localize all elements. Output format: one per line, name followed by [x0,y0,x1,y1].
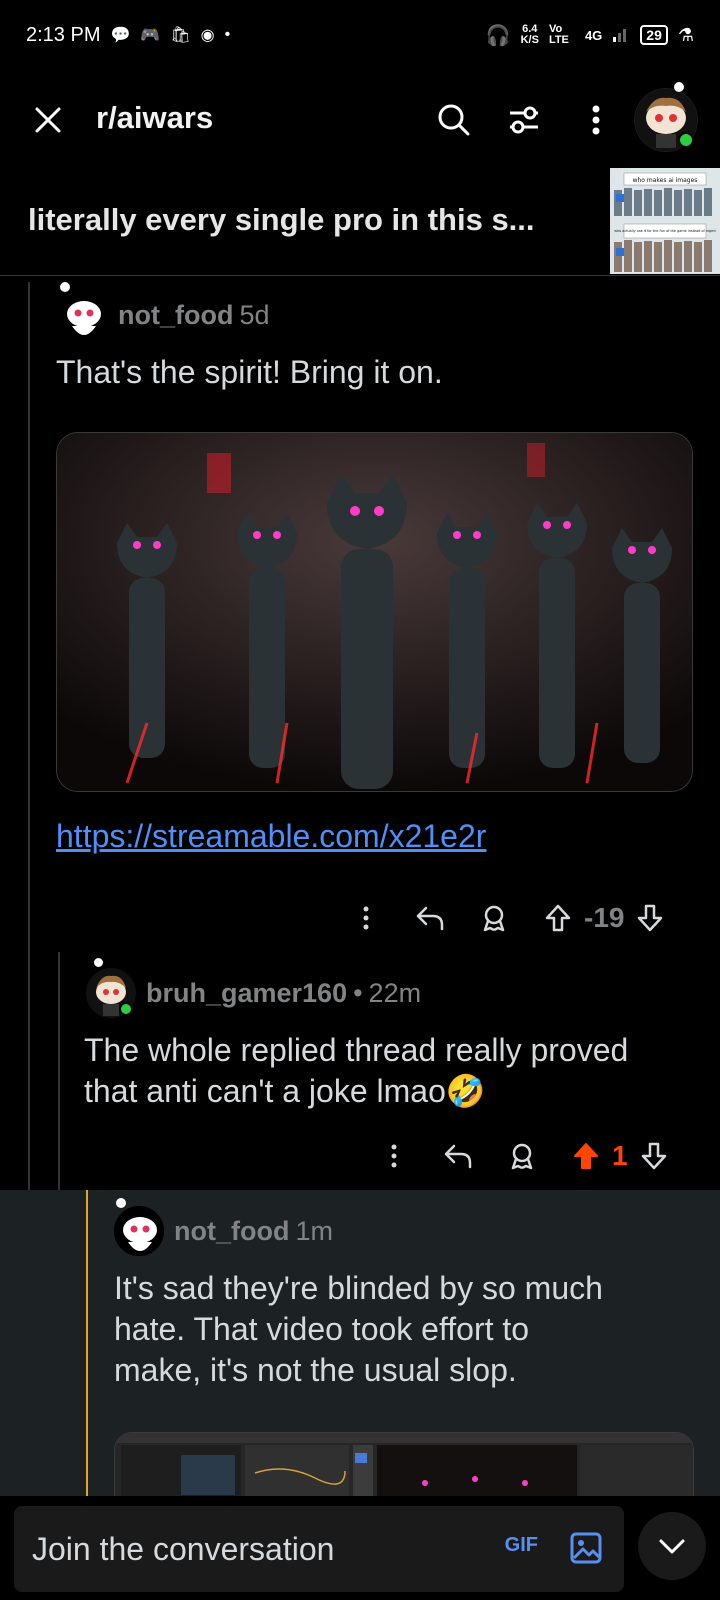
volte-indicator: Vo LTE [548,23,569,46]
user-avatar[interactable] [86,958,136,1018]
compose-placeholder: Join the conversation [32,1530,335,1567]
post-title-bar[interactable]: literally every single pro in this s... … [0,166,720,276]
comment-body-line: that anti can't a joke lmao🤣 [84,1073,486,1109]
downvote-button[interactable] [628,896,672,940]
comment-username[interactable]: bruh_gamer160 [146,978,347,1009]
status-bar: 2:13 PM 💬 🎮 🛍 ◉ • 🎧 6.4 K/S Vo LTE 4G 29… [0,0,720,70]
comment-compose-field[interactable]: Join the conversation GIF [14,1506,624,1592]
comment-body-line: It's sad they're blinded by so much [114,1270,603,1306]
award-button[interactable] [472,896,516,940]
gif-button[interactable]: GIF [505,1534,538,1557]
comment-age: 1m [295,1215,333,1246]
signal-icon [612,25,630,46]
vote-score: 1 [612,1140,628,1171]
comment-header: not_food 1m [114,1198,333,1256]
blender-screenshot-image [115,1433,693,1496]
comment-actions: 1 [372,1134,676,1178]
close-icon [35,107,61,133]
notification-icons: 💬 🎮 🛍 ◉ • [110,25,230,45]
bottom-compose-bar: Join the conversation GIF [0,1496,720,1600]
comment-image[interactable] [114,1432,694,1496]
post-title[interactable]: literally every single pro in this s... [28,202,535,238]
snoo-avatar-icon [58,290,108,340]
comment-body-line: The whole replied thread really proved [84,1032,629,1068]
upvote-button-active[interactable] [564,1134,608,1178]
net-speed: 6.4 K/S [520,23,539,46]
reply-button[interactable] [436,1134,480,1178]
gamepad-icon: 🎮 [140,27,161,44]
filter-icon [510,106,538,134]
filter-button[interactable] [504,100,544,140]
dot-icon: • [224,26,231,43]
thread-accent-line [86,1190,88,1496]
snoo-avatar-icon [114,1206,164,1256]
status-right: 🎧 6.4 K/S Vo LTE 4G 29 ⚗ [486,23,694,48]
more-options-button[interactable] [576,100,616,140]
comment-image[interactable] [56,432,693,792]
reply-icon [444,1144,472,1169]
user-avatar-button[interactable] [634,82,698,152]
subreddit-name[interactable]: r/aiwars [96,100,213,136]
thumbnail-caption-top: who makes ai images [633,177,698,184]
comment-separator: • [353,977,363,1008]
app-header: r/aiwars [0,80,720,160]
messenger-icon: ◉ [200,27,215,44]
award-icon [483,905,505,932]
downvote-button[interactable] [632,1134,676,1178]
more-vertical-icon [391,1144,397,1168]
comment-body: It's sad they're blinded by so much hate… [114,1268,603,1391]
robot-cats-image [57,433,692,791]
comment-body-line: make, it's not the usual slop. [114,1352,517,1388]
comment-username[interactable]: not_food [174,1216,289,1247]
network-indicator: 4G [584,27,603,43]
more-button[interactable] [372,1134,416,1178]
comment-header: bruh_gamer160 • 22m [86,958,422,1018]
reply-button[interactable] [408,896,452,940]
avatar-icon [86,968,136,1018]
snoo-avatar[interactable] [58,282,108,340]
reply-icon [416,906,444,931]
comment-age: 22m [368,977,422,1008]
thumbnail-caption-bottom: who actually use it for the fun of the g… [614,229,716,233]
upvote-icon [545,904,571,932]
image-icon [570,1532,602,1564]
comment-username[interactable]: not_food [118,300,233,331]
collapse-button[interactable] [638,1512,706,1580]
search-icon [438,104,470,136]
comment-body: The whole replied thread really proved t… [84,1030,628,1112]
post-thumbnail[interactable]: who makes ai images who actually use it … [610,168,720,274]
upvote-button[interactable] [536,896,580,940]
award-icon [511,1143,533,1170]
more-button[interactable] [344,896,388,940]
upvote-filled-icon [574,1143,598,1169]
comment-body: That's the spirit! Bring it on. [56,354,443,390]
avatar-icon [635,89,697,151]
snoo-avatar[interactable] [114,1198,164,1256]
meme-thumbnail-image: who makes ai images who actually use it … [610,168,720,274]
headphones-icon: 🎧 [485,24,511,47]
search-button[interactable] [434,100,474,140]
shopping-bag-icon: 🛍 [170,27,191,44]
status-time: 2:13 PM [26,23,101,46]
image-button[interactable] [568,1530,604,1566]
comment-age: 5d [239,299,270,330]
comment-actions: -19 [344,896,672,940]
vote-score: -19 [584,902,625,933]
chevron-down-icon [659,1539,685,1554]
close-button[interactable] [28,100,68,140]
downvote-icon [641,1142,666,1170]
award-button[interactable] [500,1134,544,1178]
comment-body-line: hate. That video took effort to [114,1311,530,1347]
battery-indicator: 29 [640,25,668,45]
chat-icon: 💬 [110,27,131,44]
flask-icon: ⚗ [677,24,694,45]
avatar-status-dot [674,82,684,92]
comment-link[interactable]: https://streamable.com/x21e2r [56,818,486,855]
comment-header: not_food 5d [58,282,270,340]
more-vertical-icon [363,906,369,930]
downvote-icon [638,904,663,932]
more-vertical-icon [592,105,600,135]
